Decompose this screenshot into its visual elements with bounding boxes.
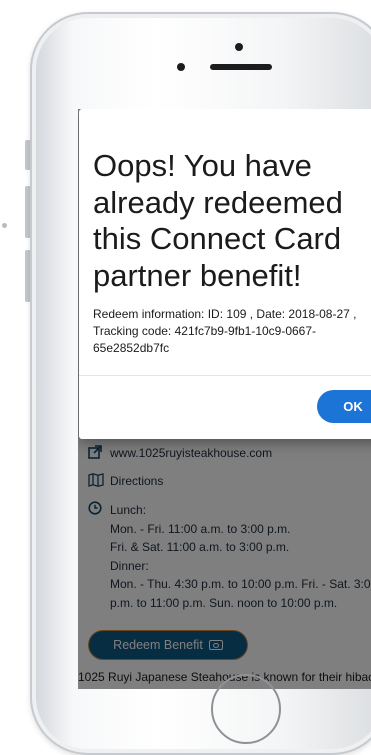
front-camera bbox=[235, 43, 243, 51]
decorative-dot bbox=[2, 223, 7, 228]
ok-button[interactable]: OK bbox=[317, 390, 371, 423]
already-redeemed-modal: × Oops! You have already redeemed this C… bbox=[79, 109, 371, 439]
home-button[interactable] bbox=[211, 674, 281, 744]
modal-divider bbox=[79, 375, 371, 376]
redeem-information: Redeem information: ID: 109 , Date: 2018… bbox=[93, 307, 357, 355]
phone-screen: www.1025ruyisteakhouse.com Directions bbox=[78, 109, 371, 689]
proximity-sensor bbox=[177, 63, 185, 71]
stage: www.1025ruyisteakhouse.com Directions bbox=[0, 0, 371, 755]
modal-title: Oops! You have already redeemed this Con… bbox=[93, 148, 343, 293]
phone-frame: www.1025ruyisteakhouse.com Directions bbox=[30, 12, 371, 755]
earpiece-speaker bbox=[210, 64, 272, 70]
